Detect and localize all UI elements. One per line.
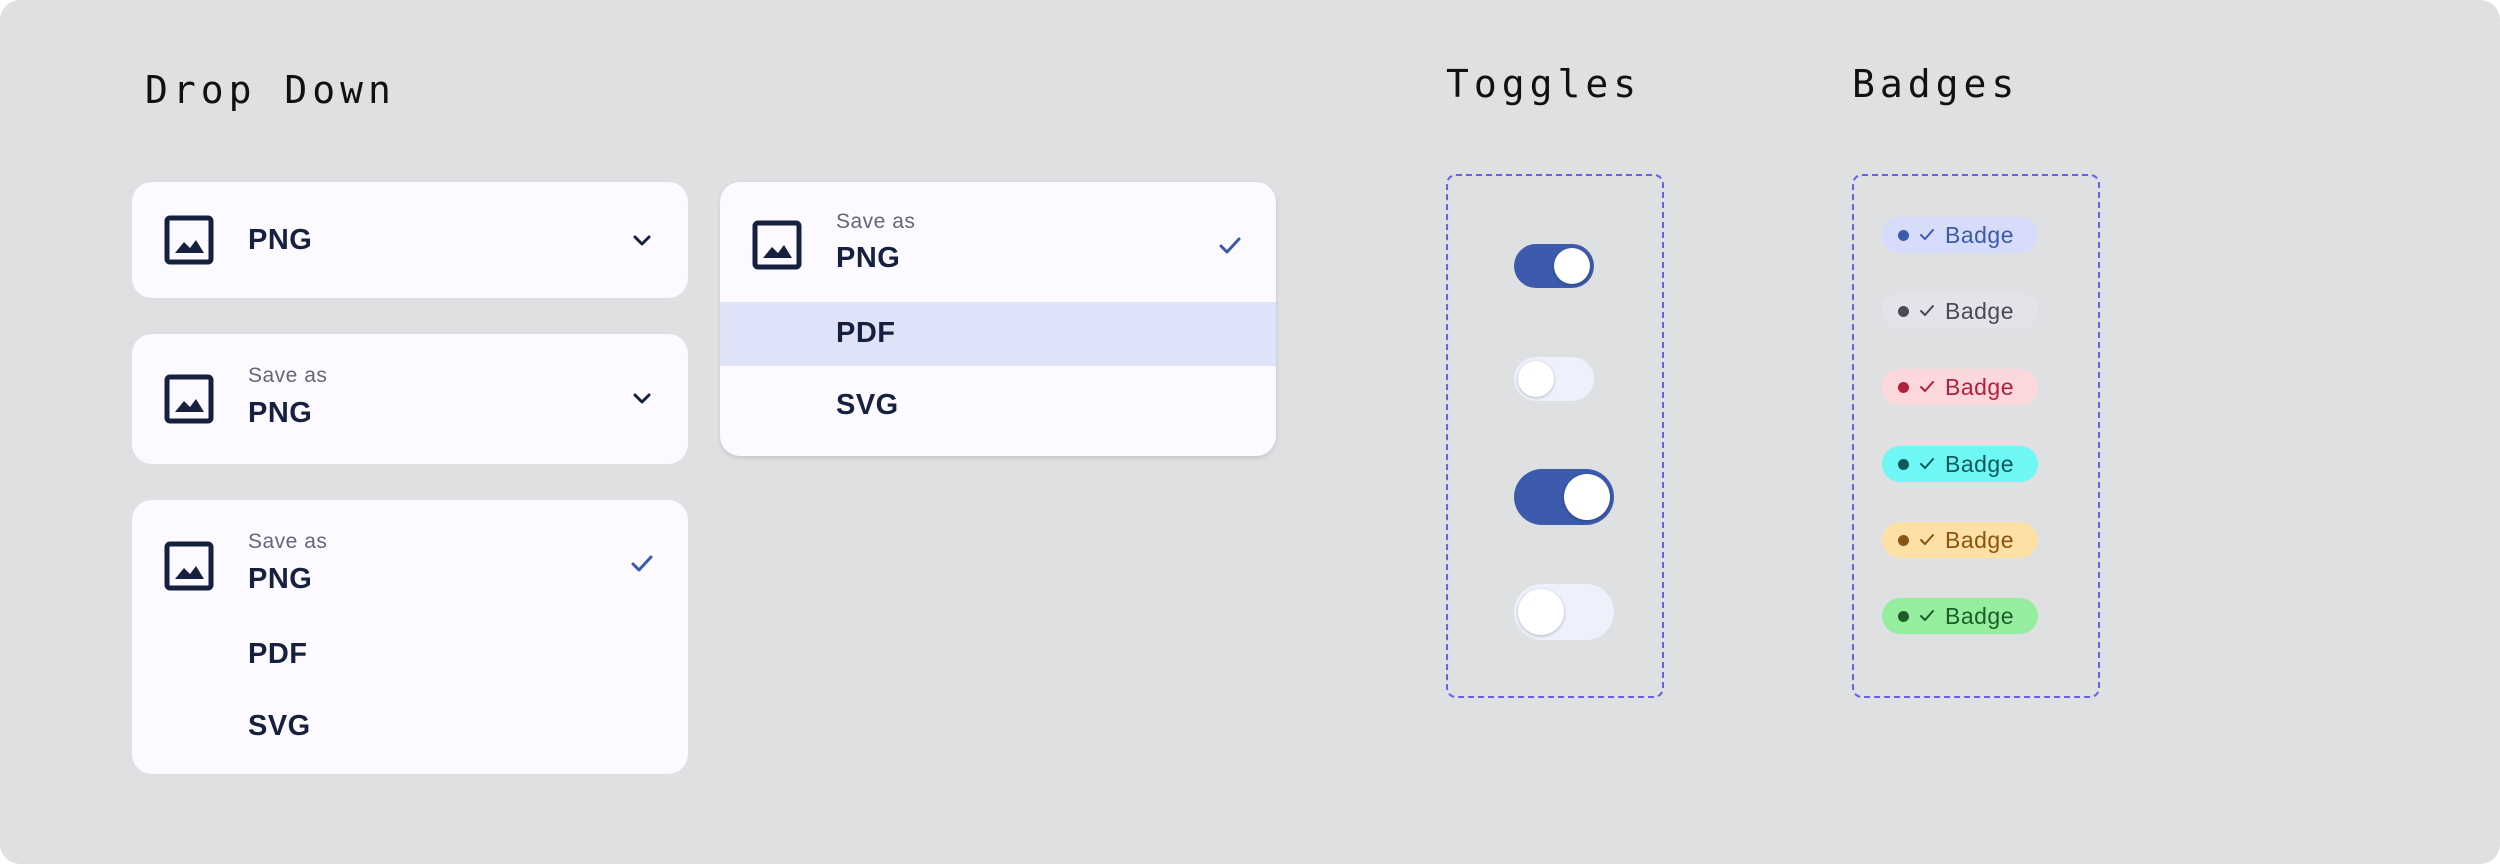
check-icon <box>1216 232 1244 260</box>
toggle-knob <box>1564 474 1610 520</box>
check-icon <box>1918 226 1936 244</box>
toggle-large-off[interactable] <box>1514 584 1614 640</box>
dropdown-open[interactable]: Save as PNG PDF SVG <box>132 500 688 774</box>
badge: Badge <box>1882 217 2038 253</box>
status-dot-icon <box>1898 229 1909 241</box>
status-dot-icon <box>1898 610 1909 622</box>
toggles-section-title: Toggles <box>1446 62 1642 106</box>
check-icon <box>1918 607 1936 625</box>
dropdown-label: Save as <box>248 364 328 387</box>
dropdown-section-title: Drop Down <box>145 68 396 112</box>
toggle-knob <box>1518 361 1554 397</box>
badge-label: Badge <box>1945 221 2015 248</box>
badge-label: Badge <box>1945 602 2015 629</box>
dropdown-label: Save as <box>836 210 916 233</box>
badge: Badge <box>1882 293 2038 329</box>
toggle-small-on[interactable] <box>1514 244 1594 288</box>
check-icon <box>1918 378 1936 396</box>
dropdown-open-highlighted[interactable]: Save as PNG PDF SVG <box>720 182 1276 456</box>
chevron-down-icon[interactable] <box>628 384 656 412</box>
dropdown-option-pdf[interactable]: PDF <box>720 302 1276 366</box>
dropdown-option-svg[interactable]: SVG <box>720 374 1276 438</box>
check-icon <box>628 550 656 578</box>
badge: Badge <box>1882 369 2038 405</box>
dropdown-simple[interactable]: PNG <box>132 182 688 298</box>
option-label: SVG <box>836 389 899 421</box>
design-canvas: Drop Down Toggles Badges PNG Save as PNG… <box>0 0 2500 864</box>
dropdown-selected-value[interactable]: PNG <box>836 242 900 275</box>
check-icon <box>1918 531 1936 549</box>
badge: Badge <box>1882 522 2038 558</box>
image-icon <box>164 374 214 424</box>
dropdown-labeled[interactable]: Save as PNG <box>132 334 688 464</box>
badge-label: Badge <box>1945 373 2015 400</box>
option-label: PDF <box>836 317 896 349</box>
check-icon <box>1918 302 1936 320</box>
status-dot-icon <box>1898 305 1909 317</box>
toggle-small-off[interactable] <box>1514 357 1594 401</box>
status-dot-icon <box>1898 458 1909 470</box>
toggle-knob <box>1518 589 1564 635</box>
chevron-down-icon[interactable] <box>628 226 656 254</box>
toggle-large-on[interactable] <box>1514 469 1614 525</box>
dropdown-selected-value[interactable]: PNG <box>248 563 312 596</box>
dropdown-option-svg[interactable]: SVG <box>248 710 311 743</box>
badges-section-title: Badges <box>1852 62 2020 106</box>
badge-label: Badge <box>1945 450 2015 477</box>
toggle-knob <box>1554 248 1590 284</box>
dropdown-option-pdf[interactable]: PDF <box>248 638 308 671</box>
image-icon <box>164 541 214 591</box>
dropdown-value: PNG <box>248 224 313 256</box>
badge: Badge <box>1882 446 2038 482</box>
status-dot-icon <box>1898 534 1909 546</box>
badge-label: Badge <box>1945 297 2015 324</box>
check-icon <box>1918 455 1936 473</box>
dropdown-value: PNG <box>248 397 313 429</box>
image-icon <box>164 215 214 265</box>
badge: Badge <box>1882 598 2038 634</box>
badge-label: Badge <box>1945 526 2015 553</box>
image-icon <box>752 220 802 270</box>
dropdown-label: Save as <box>248 530 328 553</box>
status-dot-icon <box>1898 381 1909 393</box>
